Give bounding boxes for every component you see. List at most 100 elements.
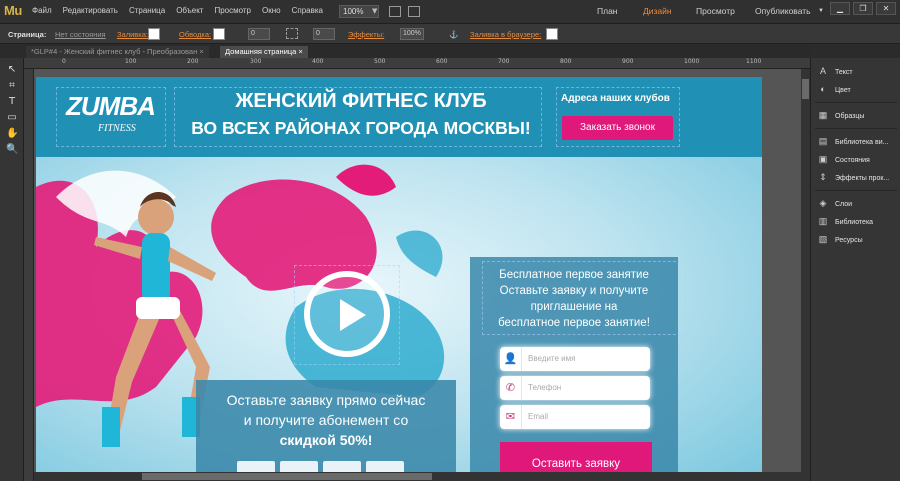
selection-guide (56, 87, 166, 147)
scroll-thumb[interactable] (802, 79, 809, 99)
mode-plan[interactable]: План (597, 6, 618, 16)
tab-home-page[interactable]: Домашняя страница × (220, 46, 308, 58)
menu-edit[interactable]: Редактировать (63, 6, 118, 15)
corner-radius-input[interactable]: 0 (313, 28, 335, 40)
phone-placeholder: Телефон (528, 383, 562, 392)
stroke-width-input[interactable]: 0 (248, 28, 270, 40)
ruler-label: 1000 (684, 58, 700, 65)
ruler-label: 500 (374, 58, 386, 65)
minimize-icon[interactable]: ▁ (830, 2, 850, 15)
menu-page[interactable]: Страница (129, 6, 165, 15)
divider (815, 102, 897, 103)
panel-color[interactable]: ◐ Цвет (817, 84, 851, 96)
close-icon[interactable]: ✕ (876, 2, 896, 15)
menu-window[interactable]: Окно (262, 6, 281, 15)
panel-library[interactable]: ▥ Библиотека (817, 216, 873, 228)
menu-view[interactable]: Просмотр (214, 6, 251, 15)
promo-line: Оставьте заявку прямо сейчас (226, 392, 426, 408)
text-icon: A (819, 66, 826, 76)
state-select[interactable]: Нет состояния (55, 30, 106, 39)
chevron-down-icon[interactable]: ▼ (818, 8, 824, 14)
layers-icon: ◈ (819, 198, 827, 208)
web-page: ZUMBA FITNESS ЖЕНСКИЙ ФИТНЕС КЛУБ ВО ВСЕ… (36, 77, 762, 481)
hand-tool-icon[interactable]: ✋ (6, 128, 18, 140)
library-icon: ▥ (818, 216, 828, 226)
selection-guide (294, 265, 400, 365)
menu-bar: Mu Файл Редактировать Страница Объект Пр… (0, 0, 900, 24)
selection-guide (556, 87, 680, 147)
divider (815, 190, 897, 191)
rectangle-tool-icon[interactable]: ▭ (6, 112, 18, 124)
email-placeholder: Email (528, 412, 549, 421)
effects-label[interactable]: Эффекты: (348, 30, 384, 39)
tab-template[interactable]: *GLP#4 - Женский фитнес клуб - Преобразо… (26, 46, 209, 58)
tools-panel: ↖ ⌗ T ▭ ✋ 🔍 (0, 58, 24, 481)
divider (815, 128, 897, 129)
color-icon: ◐ (820, 84, 826, 94)
user-icon: 👤 (500, 347, 522, 371)
app-logo: Mu (4, 3, 22, 18)
panel-layers[interactable]: ◈ Слои (817, 198, 853, 210)
panel-label: Образцы (835, 113, 865, 120)
ruler-label: 300 (250, 58, 262, 65)
panels-dock: A Текст ◐ Цвет ▦ Образцы ▤ Библиотека ви... … (810, 58, 900, 481)
main-menu: Файл Редактировать Страница Объект Просм… (32, 6, 334, 15)
preview-page-icon[interactable] (389, 6, 401, 17)
view-options-icon[interactable] (408, 6, 420, 17)
phone-input[interactable]: ✆ Телефон (500, 376, 650, 400)
anchor-icon[interactable]: ⚓ (449, 30, 458, 39)
vertical-scrollbar[interactable] (801, 69, 810, 481)
vertical-ruler (24, 69, 34, 481)
scroll-effects-icon: ⇕ (819, 172, 827, 182)
panel-label: Цвет (835, 87, 851, 94)
design-canvas[interactable]: ZUMBA FITNESS ЖЕНСКИЙ ФИТНЕС КЛУБ ВО ВСЕ… (34, 69, 801, 481)
ruler-label: 900 (622, 58, 634, 65)
panel-label: Эффекты прок... (835, 175, 890, 182)
text-tool-icon[interactable]: T (6, 96, 18, 108)
panel-label: Библиотека (835, 219, 874, 226)
panel-text[interactable]: A Текст (817, 66, 853, 78)
ruler-label: 800 (560, 58, 572, 65)
maximize-icon[interactable]: ❐ (853, 2, 873, 15)
panel-label: Текст (835, 69, 853, 76)
stroke-label[interactable]: Обводка: (179, 30, 211, 39)
zoom-tool-icon[interactable]: 🔍 (6, 144, 18, 156)
ruler-label: 200 (187, 58, 199, 65)
selection-guide (482, 261, 686, 335)
menu-file[interactable]: Файл (32, 6, 52, 15)
selection-tool-icon[interactable]: ↖ (6, 64, 18, 76)
stroke-swatch[interactable] (213, 28, 225, 40)
menu-help[interactable]: Справка (292, 6, 323, 15)
fill-swatch[interactable] (148, 28, 160, 40)
name-placeholder: Введите имя (528, 354, 576, 363)
mode-publish[interactable]: Опубликовать (755, 6, 811, 16)
panel-swatches[interactable]: ▦ Образцы (817, 110, 865, 122)
browser-fill-label[interactable]: Заливка в браузере: (470, 30, 541, 39)
panel-assets[interactable]: ▧ Ресурсы (817, 234, 863, 246)
name-input[interactable]: 👤 Введите имя (500, 347, 650, 371)
email-input[interactable]: ✉ Email (500, 405, 650, 429)
panel-label: Библиотека ви... (835, 139, 889, 146)
mode-preview[interactable]: Просмотр (696, 6, 735, 16)
swatches-icon: ▦ (818, 110, 828, 120)
promo-text: Оставьте заявку прямо сейчас и получите … (196, 390, 456, 450)
control-panel: Страница: Нет состояния Заливка: Обводка… (0, 24, 900, 44)
ruler-label: 700 (498, 58, 510, 65)
ruler-label: 100 (125, 58, 137, 65)
browser-fill-swatch[interactable] (546, 28, 558, 40)
panel-widgets[interactable]: ▤ Библиотека ви... (817, 136, 889, 148)
fill-label[interactable]: Заливка: (117, 30, 148, 39)
chevron-down-icon[interactable]: ▼ (372, 5, 380, 18)
hero-section: Бесплатное первое занятие Оставьте заявк… (36, 157, 762, 481)
selection-guide (174, 87, 542, 147)
horizontal-scrollbar[interactable] (34, 472, 801, 481)
opacity-input[interactable]: 100% (400, 28, 424, 40)
assets-icon: ▧ (818, 234, 828, 244)
ruler-label: 0 (62, 58, 66, 65)
crop-tool-icon[interactable]: ⌗ (6, 80, 18, 92)
panel-states[interactable]: ▣ Состояния (817, 154, 870, 166)
panel-scroll-effects[interactable]: ⇕ Эффекты прок... (817, 172, 889, 184)
menu-object[interactable]: Объект (176, 6, 203, 15)
mode-design[interactable]: Дизайн (643, 6, 672, 16)
scroll-thumb[interactable] (142, 473, 432, 480)
